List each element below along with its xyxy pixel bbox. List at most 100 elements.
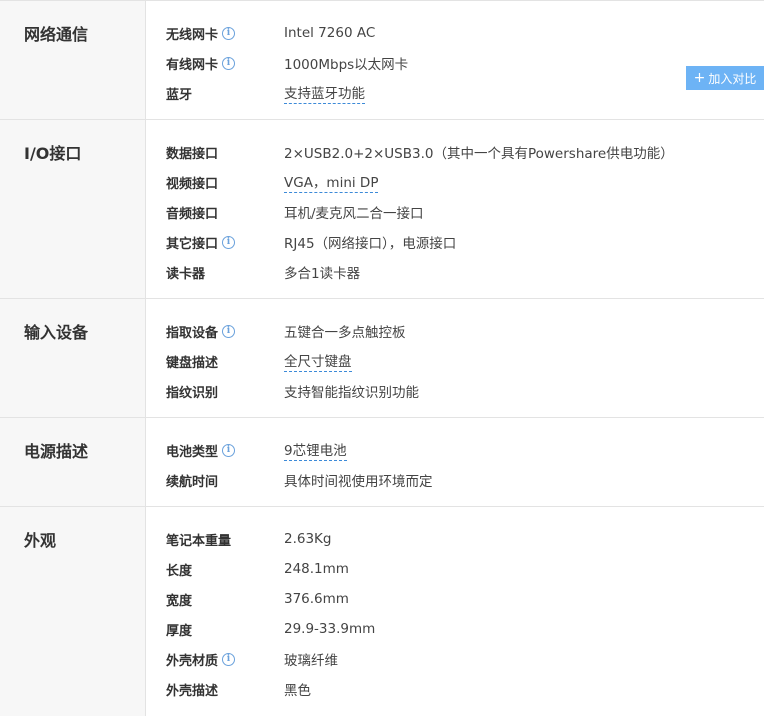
spec-section: 电源描述 电池类型 i 9芯锂电池 续航时间 具体时间视使用环境而定 — [0, 418, 764, 507]
info-icon[interactable]: i — [222, 443, 236, 457]
spec-label-cell: 视频接口 — [146, 173, 284, 192]
info-icon[interactable]: i — [222, 324, 236, 338]
section-title: 网络通信 — [0, 1, 146, 119]
spec-label: 有线网卡 — [166, 57, 219, 73]
spec-row: 宽度 376.6mm — [146, 584, 764, 614]
spec-label-cell: 读卡器 — [146, 263, 284, 282]
spec-value: 248.1mm — [284, 561, 349, 577]
spec-row: 外壳材质 i 玻璃纤维 — [146, 644, 764, 674]
spec-row: 电池类型 i 9芯锂电池 — [146, 435, 764, 465]
section-title: 外观 — [0, 507, 146, 716]
spec-label-cell: 电池类型 i — [146, 441, 284, 460]
spec-value: 耳机/麦克风二合一接口 — [284, 206, 424, 222]
spec-row: 读卡器 多合1读卡器 — [146, 257, 764, 287]
spec-label-cell: 指纹识别 — [146, 382, 284, 401]
section-title: 电源描述 — [0, 418, 146, 506]
spec-row: 指纹识别 支持智能指纹识别功能 — [146, 376, 764, 406]
spec-row: 有线网卡 i 1000Mbps以太网卡 — [146, 48, 764, 78]
spec-row: 蓝牙 支持蓝牙功能 — [146, 78, 764, 108]
spec-value: Intel 7260 AC — [284, 25, 376, 41]
spec-value: 1000Mbps以太网卡 — [284, 57, 409, 73]
spec-value: 2×USB2.0+2×USB3.0（其中一个具有Powershare供电功能） — [284, 146, 674, 162]
spec-value: 黑色 — [284, 683, 311, 699]
spec-label: 音频接口 — [166, 206, 219, 222]
spec-label-cell: 指取设备 i — [146, 322, 284, 341]
add-compare-button[interactable]: + 加入对比 — [686, 66, 764, 90]
spec-value: 多合1读卡器 — [284, 266, 361, 282]
spec-rows: 电池类型 i 9芯锂电池 续航时间 具体时间视使用环境而定 — [146, 418, 764, 506]
info-icon[interactable]: i — [222, 56, 236, 70]
spec-label: 指取设备 — [166, 325, 219, 341]
spec-section: 网络通信 无线网卡 i Intel 7260 AC 有线网卡 i 1000Mbps以太网卡蓝… — [0, 1, 764, 120]
spec-label: 视频接口 — [166, 176, 219, 192]
spec-table: 网络通信 无线网卡 i Intel 7260 AC 有线网卡 i 1000Mbps以太网卡蓝… — [0, 0, 764, 716]
spec-value: 376.6mm — [284, 591, 349, 607]
spec-label-cell: 续航时间 — [146, 471, 284, 490]
info-icon[interactable]: i — [222, 26, 236, 40]
section-title: I/O接口 — [0, 120, 146, 298]
spec-label-cell: 键盘描述 — [146, 352, 284, 371]
plus-icon: + — [693, 70, 706, 86]
spec-label: 长度 — [166, 563, 193, 579]
spec-label: 数据接口 — [166, 146, 219, 162]
spec-label: 外壳材质 — [166, 653, 219, 669]
spec-row: 续航时间 具体时间视使用环境而定 — [146, 465, 764, 495]
spec-label-cell: 厚度 — [146, 620, 284, 639]
spec-value-link[interactable]: 全尺寸键盘 — [284, 350, 352, 372]
spec-row: 其它接口 i RJ45（网络接口），电源接口 — [146, 227, 764, 257]
spec-label: 指纹识别 — [166, 385, 219, 401]
spec-label: 读卡器 — [166, 266, 206, 282]
spec-row: 数据接口 2×USB2.0+2×USB3.0（其中一个具有Powershare供电… — [146, 137, 764, 167]
info-icon[interactable]: i — [222, 652, 236, 666]
spec-row: 指取设备 i 五键合一多点触控板 — [146, 316, 764, 346]
spec-label-cell: 音频接口 — [146, 203, 284, 222]
spec-value: 支持智能指纹识别功能 — [284, 385, 419, 401]
spec-value-link[interactable]: VGA，mini DP — [284, 171, 379, 193]
spec-label: 蓝牙 — [166, 87, 193, 103]
spec-label: 电池类型 — [166, 444, 219, 460]
spec-label: 键盘描述 — [166, 355, 219, 371]
spec-label-cell: 外壳描述 — [146, 680, 284, 699]
spec-label: 无线网卡 — [166, 27, 219, 43]
spec-label: 宽度 — [166, 593, 193, 609]
spec-value: 五键合一多点触控板 — [284, 325, 406, 341]
spec-label: 其它接口 — [166, 236, 219, 252]
spec-rows: 无线网卡 i Intel 7260 AC 有线网卡 i 1000Mbps以太网卡 蓝牙 支持蓝… — [146, 1, 764, 119]
spec-rows: 数据接口 2×USB2.0+2×USB3.0（其中一个具有Powershare供电… — [146, 120, 764, 298]
spec-section: 外观 笔记本重量 2.63Kg 长度 248.1mm 宽度 376.6mm 厚度 29.9-33… — [0, 507, 764, 716]
info-icon[interactable]: i — [222, 235, 236, 249]
spec-value: RJ45（网络接口），电源接口 — [284, 236, 457, 252]
spec-label: 笔记本重量 — [166, 533, 232, 549]
spec-value-link[interactable]: 支持蓝牙功能 — [284, 82, 365, 104]
spec-row: 厚度 29.9-33.9mm — [146, 614, 764, 644]
spec-row: 笔记本重量 2.63Kg — [146, 524, 764, 554]
add-compare-label: 加入对比 — [708, 71, 757, 86]
spec-label-cell: 蓝牙 — [146, 84, 284, 103]
spec-row: 键盘描述 全尺寸键盘 — [146, 346, 764, 376]
spec-section: I/O接口 数据接口 2×USB2.0+2×USB3.0（其中一个具有Powersh… — [0, 120, 764, 299]
spec-row: 视频接口 VGA，mini DP — [146, 167, 764, 197]
spec-section: 输入设备 指取设备 i 五键合一多点触控板 键盘描述 全尺寸键盘 指纹识别 支持智能指纹识别功… — [0, 299, 764, 418]
spec-rows: 笔记本重量 2.63Kg 长度 248.1mm 宽度 376.6mm 厚度 29.9-33.9… — [146, 507, 764, 716]
section-title: 输入设备 — [0, 299, 146, 417]
spec-label: 外壳描述 — [166, 683, 219, 699]
spec-label-cell: 外壳材质 i — [146, 650, 284, 669]
spec-row: 无线网卡 i Intel 7260 AC — [146, 18, 764, 48]
spec-label-cell: 笔记本重量 — [146, 530, 284, 549]
spec-label-cell: 有线网卡 i — [146, 54, 284, 73]
spec-label-cell: 其它接口 i — [146, 233, 284, 252]
spec-value: 具体时间视使用环境而定 — [284, 474, 433, 490]
spec-label-cell: 长度 — [146, 560, 284, 579]
spec-row: 外壳描述 黑色 — [146, 674, 764, 704]
spec-label: 厚度 — [166, 623, 193, 639]
spec-label-cell: 宽度 — [146, 590, 284, 609]
spec-label: 续航时间 — [166, 474, 219, 490]
spec-label-cell: 数据接口 — [146, 143, 284, 162]
spec-value: 29.9-33.9mm — [284, 621, 376, 637]
spec-row: 长度 248.1mm — [146, 554, 764, 584]
spec-label-cell: 无线网卡 i — [146, 24, 284, 43]
spec-value-link[interactable]: 9芯锂电池 — [284, 439, 347, 461]
spec-value: 2.63Kg — [284, 531, 332, 547]
spec-rows: 指取设备 i 五键合一多点触控板 键盘描述 全尺寸键盘 指纹识别 支持智能指纹识别功能 — [146, 299, 764, 417]
spec-row: 音频接口 耳机/麦克风二合一接口 — [146, 197, 764, 227]
